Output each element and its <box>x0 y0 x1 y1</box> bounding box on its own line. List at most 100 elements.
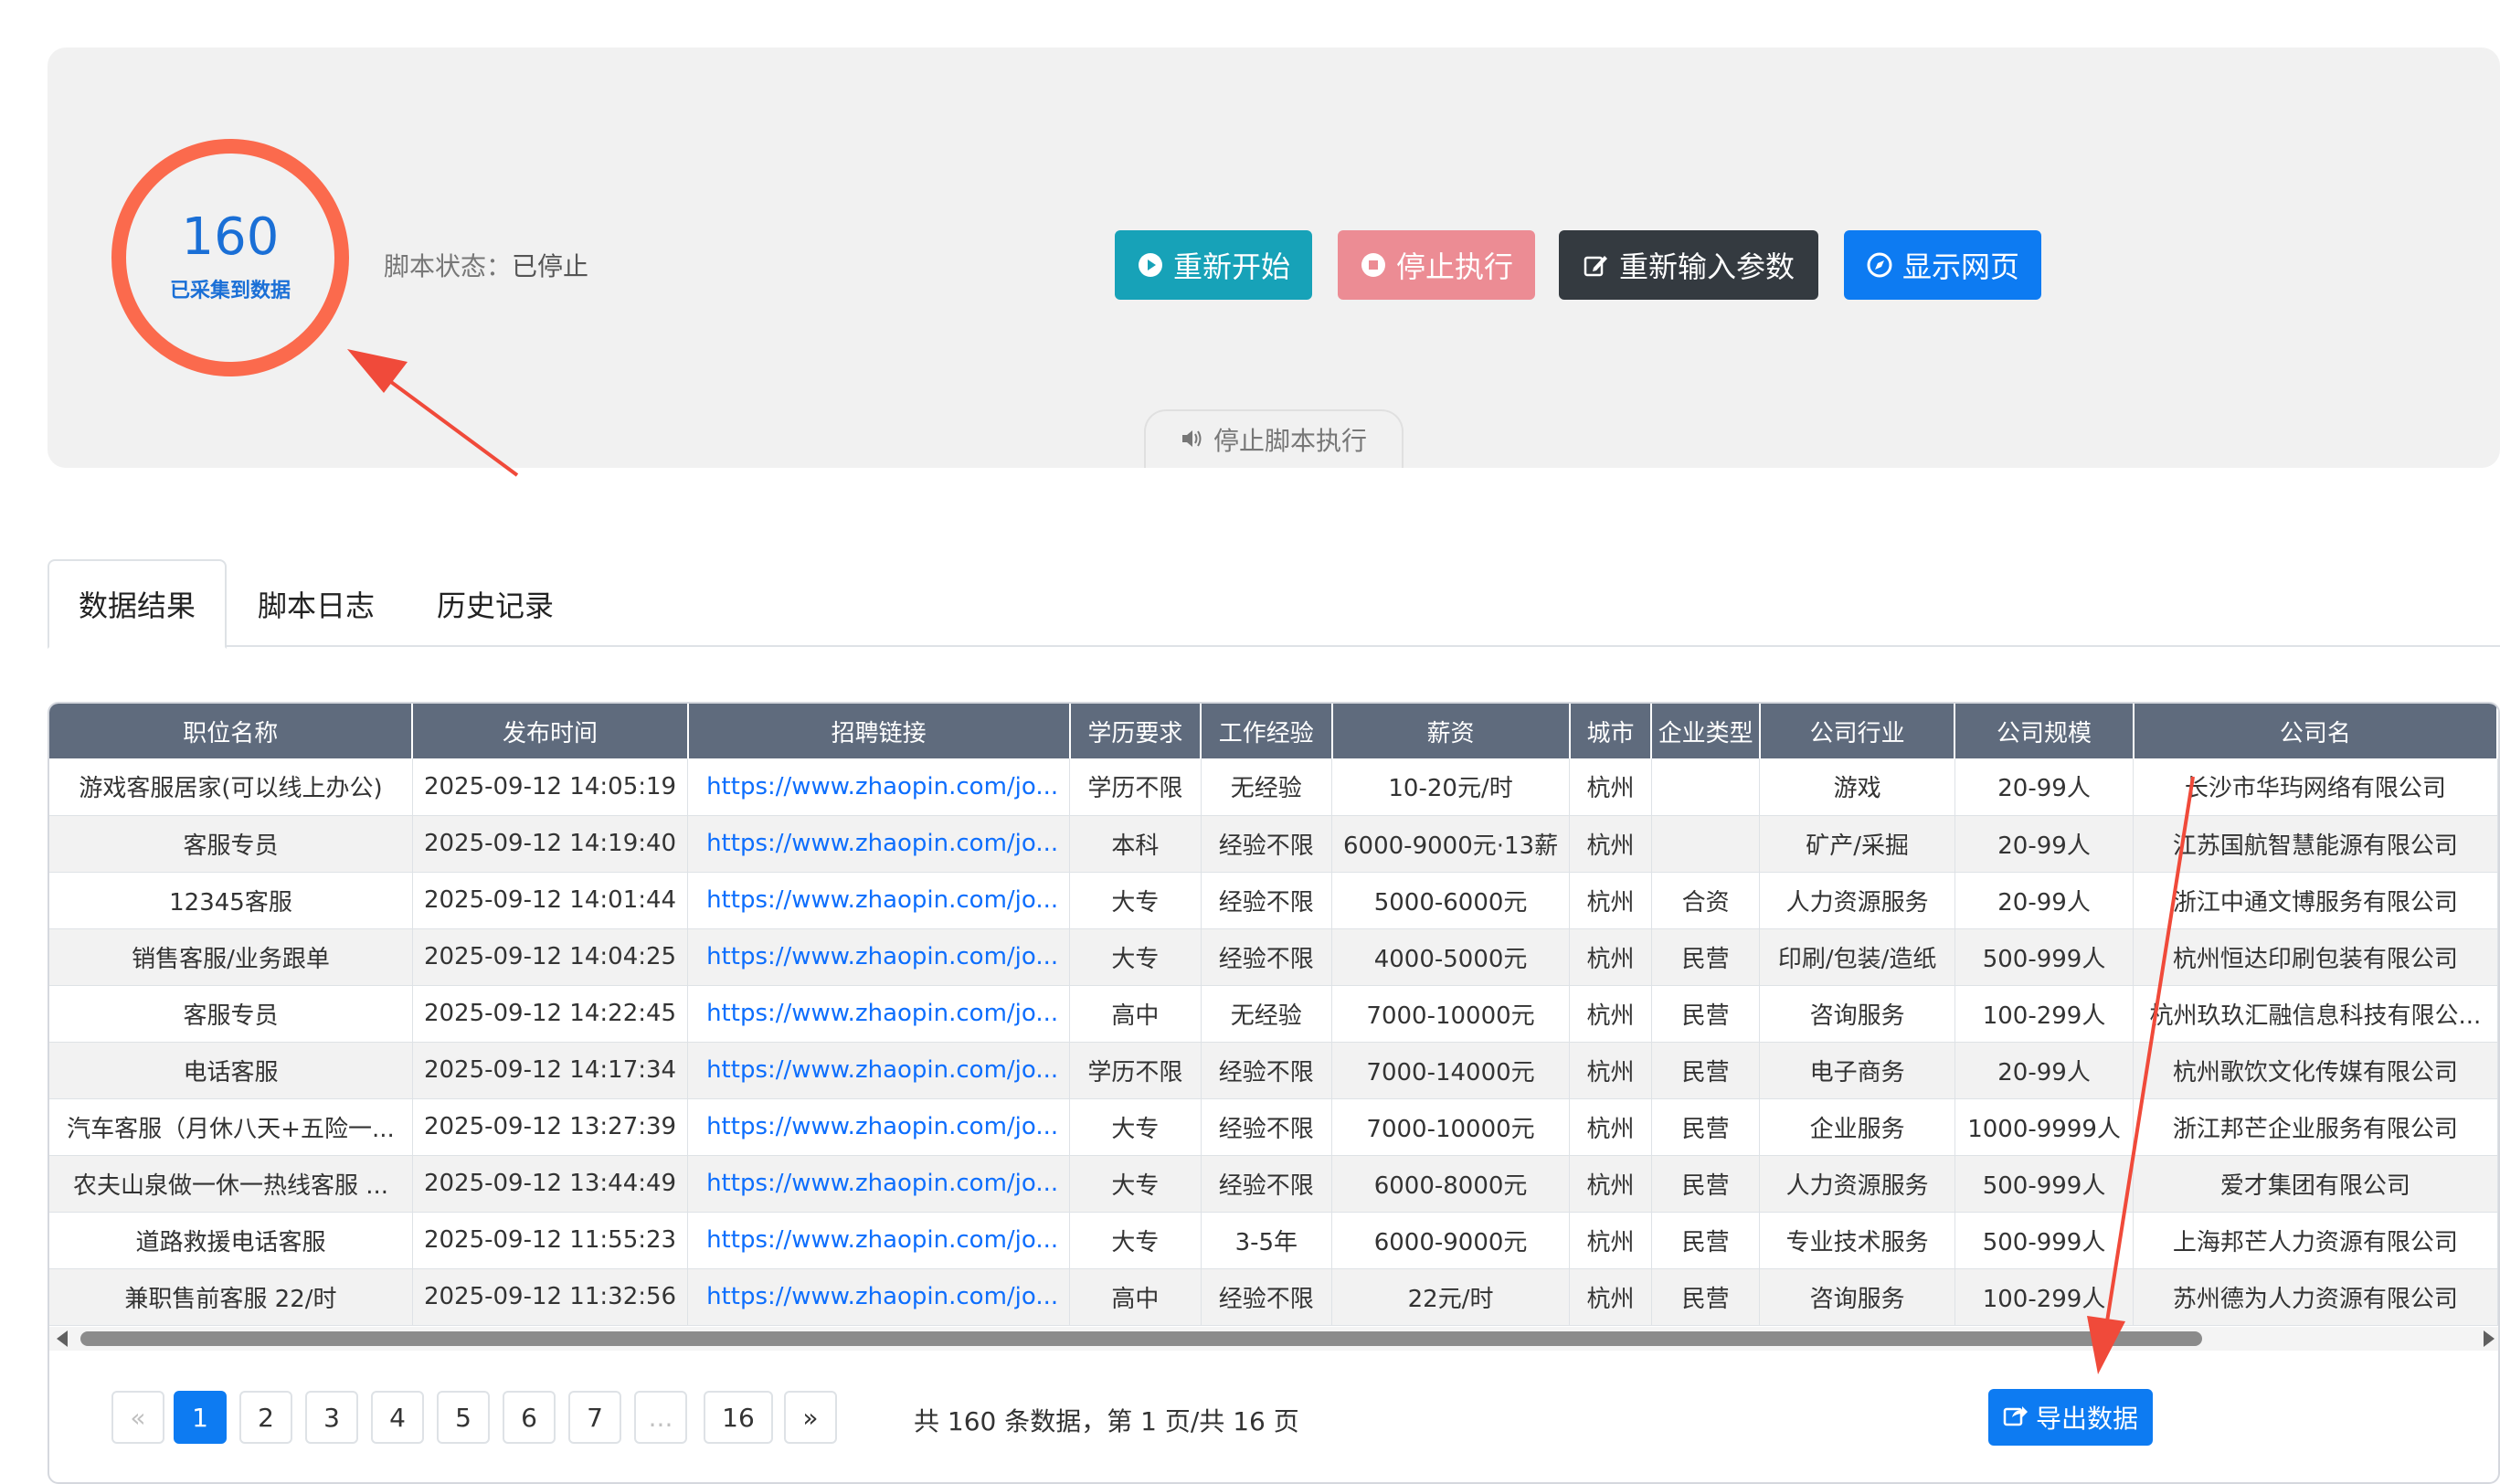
cell-publish-time: 2025-09-12 14:04:25 <box>412 928 689 986</box>
cell-job-link[interactable]: https://www.zhaopin.com/jo... <box>687 1098 1071 1156</box>
column-header-job-link: 招聘链接 <box>687 704 1071 758</box>
column-header-company-name: 公司名 <box>2133 704 2498 758</box>
stop-circle-icon <box>1360 251 1387 279</box>
cell-job-link[interactable]: https://www.zhaopin.com/jo... <box>687 928 1071 986</box>
cell-education: 学历不限 <box>1069 758 1202 816</box>
cell-city: 杭州 <box>1569 872 1652 929</box>
table-row: 客服专员 2025-09-12 14:19:40 https://www.zhaop… <box>49 815 2498 873</box>
table-row: 兼职售前客服 22/时 2025-09-12 11:32:56 https://ww… <box>49 1268 2498 1326</box>
cell-publish-time: 2025-09-12 14:05:19 <box>412 758 689 816</box>
restart-button-label: 重新开始 <box>1172 249 1290 284</box>
export-data-button[interactable]: 导出数据 <box>1988 1389 2153 1446</box>
cell-company-size: 100-299人 <box>1954 985 2135 1043</box>
cell-company-size: 20-99人 <box>1954 1042 2135 1099</box>
pagination-page-6[interactable]: 6 <box>503 1391 556 1444</box>
table-row: 汽车客服（月休八天+五险一... 2025-09-12 13:27:39 https… <box>49 1098 2498 1156</box>
table-header-row: 职位名称 发布时间 招聘链接 学历要求 工作经验 薪资 城市 企业类型 公司行业 公司规模 公司名 <box>49 704 2498 758</box>
cell-experience: 经验不限 <box>1201 872 1333 929</box>
horizontal-scrollbar-thumb[interactable] <box>80 1331 2202 1346</box>
cell-job-title: 销售客服/业务跟单 <box>49 928 413 986</box>
table-body: 游戏客服居家(可以线上办公) 2025-09-12 14:05:19 https:/… <box>49 758 2498 1326</box>
horizontal-scrollbar[interactable] <box>49 1327 2498 1351</box>
cell-experience: 经验不限 <box>1201 1042 1333 1099</box>
cell-company-size: 100-299人 <box>1954 1268 2135 1326</box>
cell-company-name: 苏州德为人力资源有限公司 <box>2133 1268 2498 1326</box>
reinput-params-button[interactable]: 重新输入参数 <box>1559 230 1818 300</box>
scroll-left-arrow-icon[interactable] <box>57 1330 68 1347</box>
cell-experience: 无经验 <box>1201 985 1333 1043</box>
pagination-info: 共 160 条数据，第 1 页/共 16 页 <box>914 1406 1299 1436</box>
pagination-page-5[interactable]: 5 <box>437 1391 490 1444</box>
data-table: 职位名称 发布时间 招聘链接 学历要求 工作经验 薪资 城市 企业类型 公司行业 公司规模 公司名 … <box>49 704 2498 1326</box>
cell-salary: 5000-6000元 <box>1331 872 1571 929</box>
pagination-ellipsis: ... <box>634 1391 687 1444</box>
cell-job-link[interactable]: https://www.zhaopin.com/jo... <box>687 1042 1071 1099</box>
restart-button[interactable]: 重新开始 <box>1115 230 1312 300</box>
cell-job-link[interactable]: https://www.zhaopin.com/jo... <box>687 815 1071 873</box>
pagination-next[interactable]: » <box>784 1391 837 1444</box>
cell-city: 杭州 <box>1569 1042 1652 1099</box>
cell-industry: 电子商务 <box>1759 1042 1955 1099</box>
cell-company-size: 20-99人 <box>1954 815 2135 873</box>
cell-industry: 人力资源服务 <box>1759 872 1955 929</box>
cell-experience: 经验不限 <box>1201 1268 1333 1326</box>
result-tabs: 数据结果 脚本日志 历史记录 <box>48 559 2500 649</box>
cell-education: 本科 <box>1069 815 1202 873</box>
cell-salary: 22元/时 <box>1331 1268 1571 1326</box>
table-row: 农夫山泉做一休一热线客服 ... 2025-09-12 13:44:49 https… <box>49 1155 2498 1213</box>
cell-company-type <box>1651 758 1761 816</box>
cell-salary: 4000-5000元 <box>1331 928 1571 986</box>
cell-job-link[interactable]: https://www.zhaopin.com/jo... <box>687 1268 1071 1326</box>
pagination-page-16[interactable]: 16 <box>704 1391 773 1444</box>
show-page-button-label: 显示网页 <box>1901 249 2019 284</box>
cell-education: 大专 <box>1069 928 1202 986</box>
collected-count-label: 已采集到数据 <box>169 280 291 302</box>
cell-company-name: 长沙市华玙网络有限公司 <box>2133 758 2498 816</box>
cell-industry: 企业服务 <box>1759 1098 1955 1156</box>
cell-job-title: 道路救援电话客服 <box>49 1212 413 1269</box>
cell-job-link[interactable]: https://www.zhaopin.com/jo... <box>687 758 1071 816</box>
cell-education: 学历不限 <box>1069 1042 1202 1099</box>
cell-job-title: 农夫山泉做一休一热线客服 ... <box>49 1155 413 1213</box>
cell-job-link[interactable]: https://www.zhaopin.com/jo... <box>687 872 1071 929</box>
cell-salary: 10-20元/时 <box>1331 758 1571 816</box>
tab-script-log[interactable]: 脚本日志 <box>227 559 406 649</box>
pagination-page-1[interactable]: 1 <box>174 1391 227 1444</box>
pagination-prev[interactable]: « <box>111 1391 164 1444</box>
table-row: 道路救援电话客服 2025-09-12 11:55:23 https://www.z… <box>49 1212 2498 1269</box>
cell-education: 高中 <box>1069 985 1202 1043</box>
cell-experience: 经验不限 <box>1201 1098 1333 1156</box>
tab-data-results[interactable]: 数据结果 <box>48 559 227 649</box>
reinput-params-button-label: 重新输入参数 <box>1618 249 1795 284</box>
stop-script-notice[interactable]: 停止脚本执行 <box>1144 409 1404 468</box>
cell-company-size: 500-999人 <box>1954 928 2135 986</box>
pagination-page-7[interactable]: 7 <box>568 1391 621 1444</box>
cell-company-size: 20-99人 <box>1954 758 2135 816</box>
cell-job-link[interactable]: https://www.zhaopin.com/jo... <box>687 1155 1071 1213</box>
stop-script-notice-label: 停止脚本执行 <box>1213 426 1367 456</box>
column-header-salary: 薪资 <box>1331 704 1571 758</box>
cell-job-link[interactable]: https://www.zhaopin.com/jo... <box>687 1212 1071 1269</box>
cell-experience: 无经验 <box>1201 758 1333 816</box>
cell-job-link[interactable]: https://www.zhaopin.com/jo... <box>687 985 1071 1043</box>
cell-company-size: 1000-9999人 <box>1954 1098 2135 1156</box>
cell-city: 杭州 <box>1569 985 1652 1043</box>
collected-count-ring: 160 已采集到数据 <box>111 139 349 376</box>
stop-button[interactable]: 停止执行 <box>1338 230 1535 300</box>
pagination-page-2[interactable]: 2 <box>239 1391 292 1444</box>
script-status-value: 已停止 <box>512 251 589 281</box>
show-page-button[interactable]: 显示网页 <box>1844 230 2041 300</box>
cell-company-type: 民营 <box>1651 1268 1761 1326</box>
pagination-page-4[interactable]: 4 <box>371 1391 424 1444</box>
pagination-page-3[interactable]: 3 <box>305 1391 358 1444</box>
script-status-label: 脚本状态： <box>384 251 513 281</box>
compass-icon <box>1866 251 1893 279</box>
cell-publish-time: 2025-09-12 11:32:56 <box>412 1268 689 1326</box>
cell-job-title: 游戏客服居家(可以线上办公) <box>49 758 413 816</box>
cell-industry: 游戏 <box>1759 758 1955 816</box>
tab-history[interactable]: 历史记录 <box>406 559 585 649</box>
cell-company-name: 浙江邦芒企业服务有限公司 <box>2133 1098 2498 1156</box>
cell-experience: 经验不限 <box>1201 1155 1333 1213</box>
scroll-right-arrow-icon[interactable] <box>2484 1330 2495 1347</box>
cell-company-name: 上海邦芒人力资源有限公司 <box>2133 1212 2498 1269</box>
